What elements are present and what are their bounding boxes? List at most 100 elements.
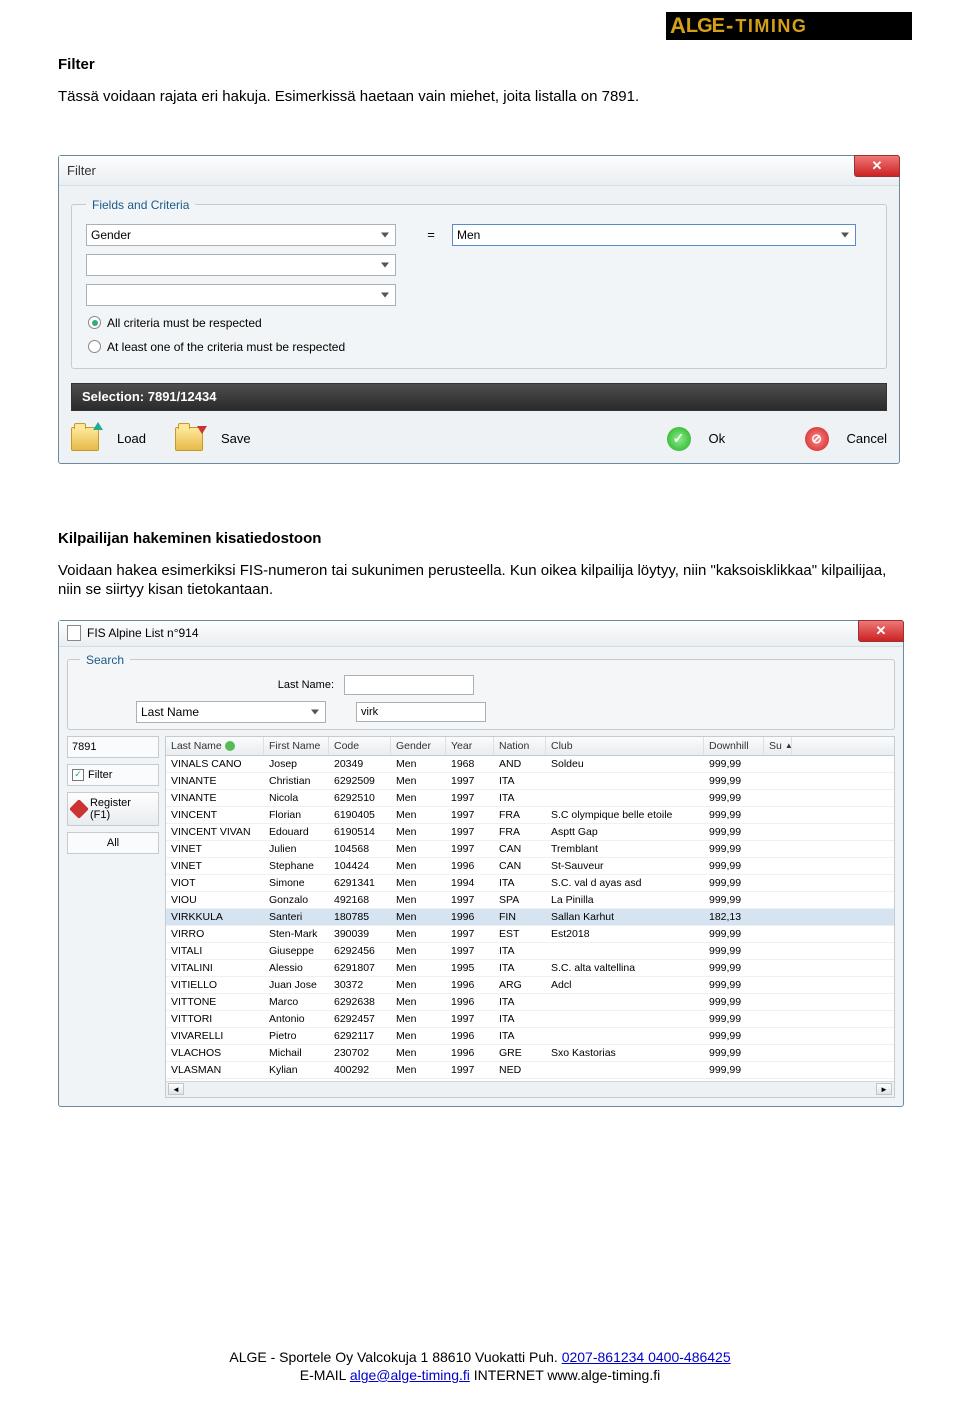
- sort-icon: [225, 741, 235, 751]
- footer-line1a: ALGE - Sportele Oy Valcokuja 1 88610 Vuo…: [229, 1349, 561, 1365]
- table-cell: VIRKKULA: [166, 909, 264, 925]
- table-cell: VIVARELLI: [166, 1028, 264, 1044]
- chevron-down-icon: [381, 292, 389, 297]
- table-cell: FRA: [494, 824, 546, 840]
- table-cell: [764, 892, 792, 908]
- col-year[interactable]: Year: [446, 737, 494, 755]
- table-row[interactable]: VINCENT VIVANEdouard6190514Men1997FRAAsp…: [166, 824, 894, 841]
- table-row[interactable]: VITTORIAntonio6292457Men1997ITA999,99: [166, 1011, 894, 1028]
- table-cell: ARG: [494, 977, 546, 993]
- ok-button[interactable]: Ok: [709, 431, 749, 446]
- fields-criteria-legend: Fields and Criteria: [86, 198, 195, 212]
- table-row[interactable]: VINETJulien104568Men1997CANTremblant999,…: [166, 841, 894, 858]
- folder-save-icon[interactable]: [175, 427, 203, 451]
- cancel-button[interactable]: Cancel: [847, 431, 887, 446]
- table-row[interactable]: VINCENTFlorian6190405Men1997FRAS.C olymp…: [166, 807, 894, 824]
- table-cell: EST: [494, 926, 546, 942]
- register-button[interactable]: Register (F1): [67, 792, 159, 826]
- table-cell: [764, 994, 792, 1010]
- results-grid[interactable]: Last Name First Name Code Gender Year Na…: [165, 736, 895, 1098]
- radio-any-criteria[interactable]: At least one of the criteria must be res…: [88, 340, 872, 354]
- table-row[interactable]: VINANTENicola6292510Men1997ITA999,99: [166, 790, 894, 807]
- table-cell: ITA: [494, 994, 546, 1010]
- table-cell: [764, 926, 792, 942]
- scroll-left-icon[interactable]: ◄: [168, 1083, 184, 1095]
- footer-line1b: 0207-861234 0400-486425: [562, 1349, 731, 1365]
- table-cell: Men: [391, 1028, 446, 1044]
- check-icon[interactable]: ✓: [667, 427, 691, 451]
- table-cell: [764, 875, 792, 891]
- table-row[interactable]: VIVARELLIPietro6292117Men1996ITA999,99: [166, 1028, 894, 1045]
- field-combo-2[interactable]: [86, 254, 396, 276]
- table-cell: 230702: [329, 1045, 391, 1061]
- close-icon[interactable]: ✕: [854, 155, 900, 177]
- table-row[interactable]: VLACHOSMichail230702Men1996GRESxo Kastor…: [166, 1045, 894, 1062]
- lastname-input[interactable]: virk: [356, 702, 486, 722]
- table-row[interactable]: VINANTEChristian6292509Men1997ITA999,99: [166, 773, 894, 790]
- filter-checkbox-row[interactable]: ✓ Filter: [67, 764, 159, 786]
- table-cell: Men: [391, 841, 446, 857]
- table-cell: 390039: [329, 926, 391, 942]
- table-cell: 1996: [446, 1045, 494, 1061]
- lastname-extra-input[interactable]: [344, 675, 474, 695]
- cancel-icon[interactable]: ⊘: [805, 427, 829, 451]
- col-code[interactable]: Code: [329, 737, 391, 755]
- table-cell: [546, 790, 704, 806]
- table-row[interactable]: VITALIGiuseppe6292456Men1997ITA999,99: [166, 943, 894, 960]
- table-cell: 999,99: [704, 875, 764, 891]
- lastname-combo[interactable]: Last Name: [136, 701, 326, 723]
- table-cell: 1997: [446, 1062, 494, 1078]
- folder-load-icon[interactable]: [71, 427, 99, 451]
- table-row[interactable]: VIRROSten-Mark390039Men1997ESTEst2018999…: [166, 926, 894, 943]
- section1-text: Tässä voidaan rajata eri hakuja. Esimerk…: [58, 87, 902, 107]
- value-combo-1[interactable]: Men: [452, 224, 856, 246]
- table-cell: VINCENT: [166, 807, 264, 823]
- count-box: 7891: [67, 736, 159, 758]
- table-row[interactable]: VLASMANKylian400292Men1997NED999,99: [166, 1062, 894, 1079]
- table-cell: 182,13: [704, 909, 764, 925]
- radio2-label: At least one of the criteria must be res…: [107, 340, 345, 354]
- col-downhill[interactable]: Downhill: [704, 737, 764, 755]
- load-button[interactable]: Load: [117, 431, 157, 446]
- table-row[interactable]: VINALS CANOJosep20349Men1968ANDSoldeu999…: [166, 756, 894, 773]
- all-button[interactable]: All: [67, 832, 159, 854]
- field-combo-3[interactable]: [86, 284, 396, 306]
- table-row[interactable]: VIRKKULASanteri180785Men1996FINSallan Ka…: [166, 909, 894, 926]
- scroll-right-icon[interactable]: ►: [876, 1083, 892, 1095]
- col-lastname[interactable]: Last Name: [166, 737, 264, 755]
- table-cell: Sten-Mark: [264, 926, 329, 942]
- table-cell: Santeri: [264, 909, 329, 925]
- table-cell: Men: [391, 960, 446, 976]
- table-cell: VINALS CANO: [166, 756, 264, 772]
- chevron-down-icon: [381, 232, 389, 237]
- table-cell: 6190514: [329, 824, 391, 840]
- table-row[interactable]: VIOUGonzalo492168Men1997SPALa Pinilla999…: [166, 892, 894, 909]
- table-cell: [764, 1028, 792, 1044]
- grid-h-scrollbar[interactable]: ◄ ►: [166, 1081, 894, 1097]
- table-cell: 6292457: [329, 1011, 391, 1027]
- table-row[interactable]: VITIELLOJuan Jose30372Men1996ARGAdcl999,…: [166, 977, 894, 994]
- radio-all-criteria[interactable]: All criteria must be respected: [88, 316, 872, 330]
- table-row[interactable]: VINETStephane104424Men1996CANSt-Sauveur9…: [166, 858, 894, 875]
- close-icon[interactable]: ✕: [858, 620, 904, 642]
- table-row[interactable]: VITALINIAlessio6291807Men1995ITAS.C. alt…: [166, 960, 894, 977]
- table-row[interactable]: VITTONEMarco6292638Men1996ITA999,99: [166, 994, 894, 1011]
- table-cell: 6292509: [329, 773, 391, 789]
- table-cell: CAN: [494, 841, 546, 857]
- col-gender[interactable]: Gender: [391, 737, 446, 755]
- table-cell: ITA: [494, 1011, 546, 1027]
- field-combo-1[interactable]: Gender: [86, 224, 396, 246]
- col-su[interactable]: Su ▲: [764, 737, 792, 755]
- table-cell: 999,99: [704, 1011, 764, 1027]
- table-cell: ITA: [494, 943, 546, 959]
- table-cell: 30372: [329, 977, 391, 993]
- col-club[interactable]: Club: [546, 737, 704, 755]
- col-firstname[interactable]: First Name: [264, 737, 329, 755]
- grid-header: Last Name First Name Code Gender Year Na…: [166, 737, 894, 756]
- table-cell: 1997: [446, 841, 494, 857]
- col-nation[interactable]: Nation: [494, 737, 546, 755]
- save-button[interactable]: Save: [221, 431, 261, 446]
- table-cell: VINET: [166, 858, 264, 874]
- table-cell: 20349: [329, 756, 391, 772]
- table-row[interactable]: VIOTSimone6291341Men1994ITAS.C. val d ay…: [166, 875, 894, 892]
